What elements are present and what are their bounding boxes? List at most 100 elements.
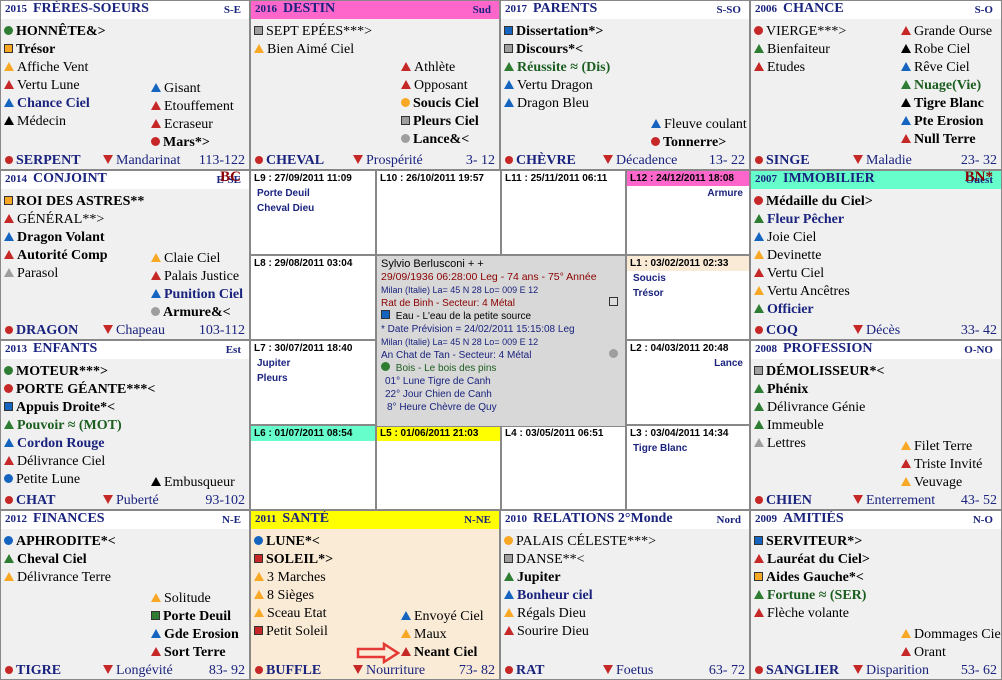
star-item[interactable]: DANSE**<: [504, 551, 585, 569]
star-item[interactable]: Affiche Vent: [4, 59, 88, 77]
star-item[interactable]: Dissertation*>: [504, 23, 603, 41]
star-item[interactable]: Autorité Comp: [4, 247, 108, 265]
star-item[interactable]: Veuvage: [901, 474, 962, 492]
star-item[interactable]: Bienfaiteur: [754, 41, 830, 59]
star-item[interactable]: Envoyé Ciel: [401, 608, 484, 626]
star-item[interactable]: Claie Ciel: [151, 250, 220, 268]
star-item[interactable]: Dommages Ciel: [901, 626, 1001, 644]
palace-finances[interactable]: 2012 FINANCES N-E APHRODITE*< Cheval Ciel Dé…: [0, 510, 250, 680]
lunar-month-cell[interactable]: L11 : 25/11/2011 06:11: [501, 170, 626, 255]
star-item[interactable]: Vertu Ciel: [754, 265, 824, 283]
star-item[interactable]: 8 Sièges: [254, 587, 314, 605]
star-item[interactable]: VIERGE***>: [754, 23, 846, 41]
star-item[interactable]: Gde Erosion: [151, 626, 239, 644]
lunar-month-cell[interactable]: L2 : 04/03/2011 20:48 Lance: [626, 340, 750, 425]
lunar-month-cell[interactable]: L10 : 26/10/2011 19:57: [376, 170, 501, 255]
star-item[interactable]: Phénix: [754, 381, 808, 399]
lunar-month-cell[interactable]: L4 : 03/05/2011 06:51: [501, 425, 626, 510]
star-item[interactable]: Vertu Dragon: [504, 77, 593, 95]
star-item[interactable]: Joie Ciel: [754, 229, 816, 247]
star-item[interactable]: Opposant: [401, 77, 468, 95]
star-item[interactable]: Dragon Volant: [4, 229, 105, 247]
star-item[interactable]: SEPT EPÉES***>: [254, 23, 372, 41]
star-item[interactable]: Petite Lune: [4, 471, 80, 489]
star-item[interactable]: Réussite ≈ (Dis): [504, 59, 610, 77]
lunar-month-cell[interactable]: L5 : 01/06/2011 21:03: [376, 425, 501, 510]
star-item[interactable]: Médaille du Ciel>: [754, 193, 873, 211]
star-item[interactable]: Délivrance Génie: [754, 399, 865, 417]
star-item[interactable]: Etouffement: [151, 98, 234, 116]
lunar-month-cell[interactable]: L3 : 03/04/2011 14:34 Tigre Blanc: [626, 425, 750, 510]
lunar-month-cell[interactable]: L9 : 27/09/2011 11:09 Porte Deuil Cheval D…: [250, 170, 376, 255]
star-item[interactable]: Mars*>: [151, 134, 210, 152]
star-item[interactable]: 3 Marches: [254, 569, 326, 587]
star-item[interactable]: Lettres: [754, 435, 806, 453]
star-item[interactable]: Orant: [901, 644, 946, 662]
palace-conjoint[interactable]: 2014 CONJOINT E-SE BC ROI DES ASTRES** GÉNÉR…: [0, 170, 250, 340]
star-item[interactable]: Null Terre: [901, 131, 976, 149]
star-item[interactable]: Officier: [754, 301, 814, 319]
star-item[interactable]: Fleuve coulant: [651, 116, 747, 134]
star-item[interactable]: Bonheur ciel: [504, 587, 593, 605]
star-item[interactable]: Immeuble: [754, 417, 824, 435]
star-item[interactable]: Cheval Ciel: [4, 551, 87, 569]
star-item[interactable]: Solitude: [151, 590, 211, 608]
star-item[interactable]: Aides Gauche*<: [754, 569, 864, 587]
star-item[interactable]: ROI DES ASTRES**: [4, 193, 144, 211]
palace-freres[interactable]: 2015 FRÈRES-SOEURS S-E HONNÊTE&> Trésor Affi…: [0, 0, 250, 170]
star-item[interactable]: Fleur Pêcher: [754, 211, 844, 229]
star-item[interactable]: Sort Terre: [151, 644, 226, 662]
star-item[interactable]: Triste Invité: [901, 456, 982, 474]
star-item[interactable]: Lance&<: [401, 131, 469, 149]
star-item[interactable]: Bien Aimé Ciel: [254, 41, 354, 59]
lunar-month-cell[interactable]: L8 : 29/08/2011 03:04: [250, 255, 376, 340]
star-item[interactable]: Dragon Bleu: [504, 95, 589, 113]
star-item[interactable]: Athlète: [401, 59, 455, 77]
palace-parents[interactable]: 2017 PARENTS S-SO Dissertation*> Discours*<…: [500, 0, 750, 170]
star-item[interactable]: Neant Ciel: [401, 644, 477, 662]
star-item[interactable]: Pte Erosion: [901, 113, 983, 131]
star-item[interactable]: Régals Dieu: [504, 605, 586, 623]
star-item[interactable]: Vertu Lune: [4, 77, 80, 95]
star-item[interactable]: Médecin: [4, 113, 66, 131]
star-item[interactable]: Porte Deuil: [151, 608, 231, 626]
star-item[interactable]: DÉMOLISSEUR*<: [754, 363, 884, 381]
star-item[interactable]: Appuis Droite*<: [4, 399, 115, 417]
star-item[interactable]: Cordon Rouge: [4, 435, 105, 453]
palace-amities[interactable]: 2009 AMITIÉS N-O SERVITEUR*> Lauréat du Cie…: [750, 510, 1002, 680]
star-item[interactable]: Gisant: [151, 80, 201, 98]
star-item[interactable]: Discours*<: [504, 41, 583, 59]
star-item[interactable]: Chance Ciel: [4, 95, 90, 113]
star-item[interactable]: PALAIS CÉLESTE***>: [504, 533, 656, 551]
palace-relations[interactable]: 2010 RELATIONS 2°Monde Nord PALAIS CÉLESTE…: [500, 510, 750, 680]
star-item[interactable]: Maux: [401, 626, 447, 644]
star-item[interactable]: Petit Soleil: [254, 623, 328, 641]
palace-immobilier[interactable]: 2007 IMMOBILIER Ouest BN* Médaille du Ciel>…: [750, 170, 1002, 340]
star-item[interactable]: Grande Ourse: [901, 23, 992, 41]
star-item[interactable]: Flèche volante: [754, 605, 849, 623]
star-item[interactable]: LUNE*<: [254, 533, 320, 551]
star-item[interactable]: APHRODITE*<: [4, 533, 116, 551]
star-item[interactable]: Nuage(Vie): [901, 77, 981, 95]
star-item[interactable]: Sourire Dieu: [504, 623, 589, 641]
star-item[interactable]: Parasol: [4, 265, 58, 283]
star-item[interactable]: Trésor: [4, 41, 55, 59]
star-item[interactable]: Punition Ciel: [151, 286, 243, 304]
star-item[interactable]: HONNÊTE&>: [4, 23, 106, 41]
star-item[interactable]: Lauréat du Ciel>: [754, 551, 870, 569]
lunar-month-cell[interactable]: L6 : 01/07/2011 08:54: [250, 425, 376, 510]
star-item[interactable]: Rêve Ciel: [901, 59, 970, 77]
star-item[interactable]: Délivrance Ciel: [4, 453, 105, 471]
palace-enfants[interactable]: 2013 ENFANTS Est MOTEUR***> PORTE GÉANTE***…: [0, 340, 250, 510]
star-item[interactable]: Tonnerre>: [651, 134, 726, 152]
lunar-month-cell[interactable]: L7 : 30/07/2011 18:40 Jupiter Pleurs: [250, 340, 376, 425]
star-item[interactable]: Devinette: [754, 247, 821, 265]
star-item[interactable]: Ecraseur: [151, 116, 213, 134]
star-item[interactable]: Robe Ciel: [901, 41, 970, 59]
lunar-month-cell[interactable]: L1 : 03/02/2011 02:33 Soucis Trésor: [626, 255, 750, 340]
lunar-month-cell[interactable]: L12 : 24/12/2011 18:08 Armure: [626, 170, 750, 255]
star-item[interactable]: Délivrance Terre: [4, 569, 111, 587]
star-item[interactable]: Etudes: [754, 59, 805, 77]
palace-profession[interactable]: 2008 PROFESSION O-NO DÉMOLISSEUR*< Phénix Dé…: [750, 340, 1002, 510]
star-item[interactable]: Soucis Ciel: [401, 95, 479, 113]
